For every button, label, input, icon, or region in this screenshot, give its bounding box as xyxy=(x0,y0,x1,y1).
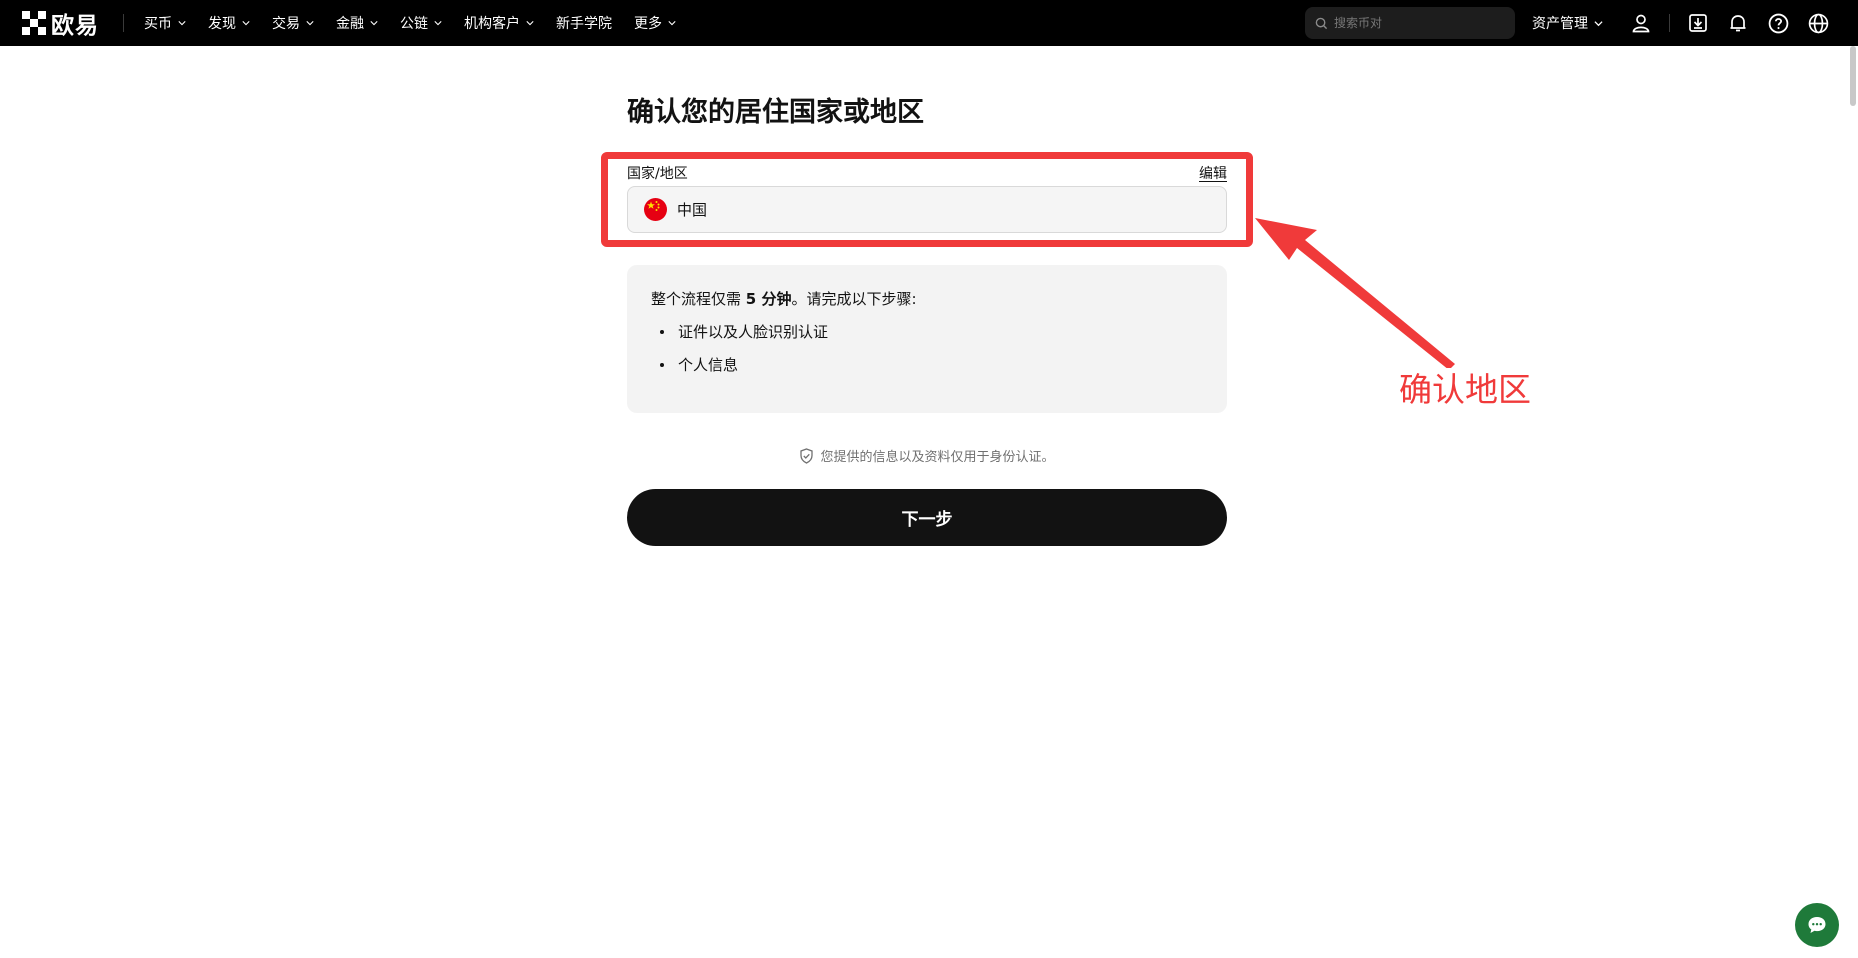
chevron-down-icon xyxy=(370,21,378,26)
bullet-dot xyxy=(660,363,664,367)
annotation-label: 确认地区 xyxy=(1399,370,1531,409)
process-info-title: 整个流程仅需 5 分钟。请完成以下步骤: xyxy=(651,290,917,308)
help-icon[interactable] xyxy=(1766,11,1790,35)
bell-icon[interactable] xyxy=(1726,11,1750,35)
globe-icon[interactable] xyxy=(1806,11,1830,35)
okx-logo-icon xyxy=(22,11,46,35)
shield-check-icon xyxy=(800,447,814,464)
asset-management-menu[interactable]: 资产管理 xyxy=(1532,13,1603,33)
nav-divider xyxy=(123,14,124,32)
support-chat-button[interactable] xyxy=(1795,903,1839,947)
nav-item-buy-crypto[interactable]: 买币 xyxy=(144,0,186,46)
nav-item-institutional[interactable]: 机构客户 xyxy=(464,0,534,46)
process-info-box: 整个流程仅需 5 分钟。请完成以下步骤: 证件以及人脸识别认证 个人信息 xyxy=(627,265,1227,413)
nav-item-discover[interactable]: 发现 xyxy=(208,0,250,46)
toolbar-divider xyxy=(1669,14,1670,32)
search-icon xyxy=(1315,17,1328,29)
chevron-down-icon xyxy=(526,21,534,26)
page-title: 确认您的居住国家或地区 xyxy=(627,97,924,128)
page-scrollbar[interactable] xyxy=(1850,46,1856,958)
download-icon[interactable] xyxy=(1686,11,1710,35)
scrollbar-thumb[interactable] xyxy=(1850,46,1856,106)
list-item: 证件以及人脸识别认证 xyxy=(651,322,1203,342)
next-step-button[interactable]: 下一步 xyxy=(627,489,1227,546)
step-label: 证件以及人脸识别认证 xyxy=(678,323,829,341)
brand-logo[interactable]: 欧易 xyxy=(22,0,99,46)
nav-item-chain[interactable]: 公链 xyxy=(400,0,442,46)
annotation-highlight-box xyxy=(601,152,1253,247)
chevron-down-icon xyxy=(668,21,676,26)
brand-name: 欧易 xyxy=(51,13,99,39)
privacy-note: 您提供的信息以及资料仅用于身份认证。 xyxy=(627,446,1227,465)
nav-item-trade[interactable]: 交易 xyxy=(272,0,314,46)
search-input[interactable] xyxy=(1334,16,1504,30)
chevron-down-icon xyxy=(178,21,186,26)
bullet-dot xyxy=(660,330,664,334)
chevron-down-icon xyxy=(1594,20,1603,26)
nav-item-academy[interactable]: 新手学院 xyxy=(556,0,612,46)
nav-item-finance[interactable]: 金融 xyxy=(336,0,378,46)
step-label: 个人信息 xyxy=(678,356,739,374)
chevron-down-icon xyxy=(242,21,250,26)
annotation-arrow-icon xyxy=(1255,218,1455,368)
chevron-down-icon xyxy=(434,21,442,26)
list-item: 个人信息 xyxy=(651,355,1203,375)
search-box[interactable] xyxy=(1305,7,1515,39)
user-icon[interactable] xyxy=(1629,11,1653,35)
top-navigation-bar: 欧易 买币 发现 交易 金融 公链 机构客户 新手学院 更多 资产管理 xyxy=(0,0,1858,46)
nav-item-more[interactable]: 更多 xyxy=(634,0,676,46)
chevron-down-icon xyxy=(306,21,314,26)
chat-bubble-icon xyxy=(1808,917,1826,933)
